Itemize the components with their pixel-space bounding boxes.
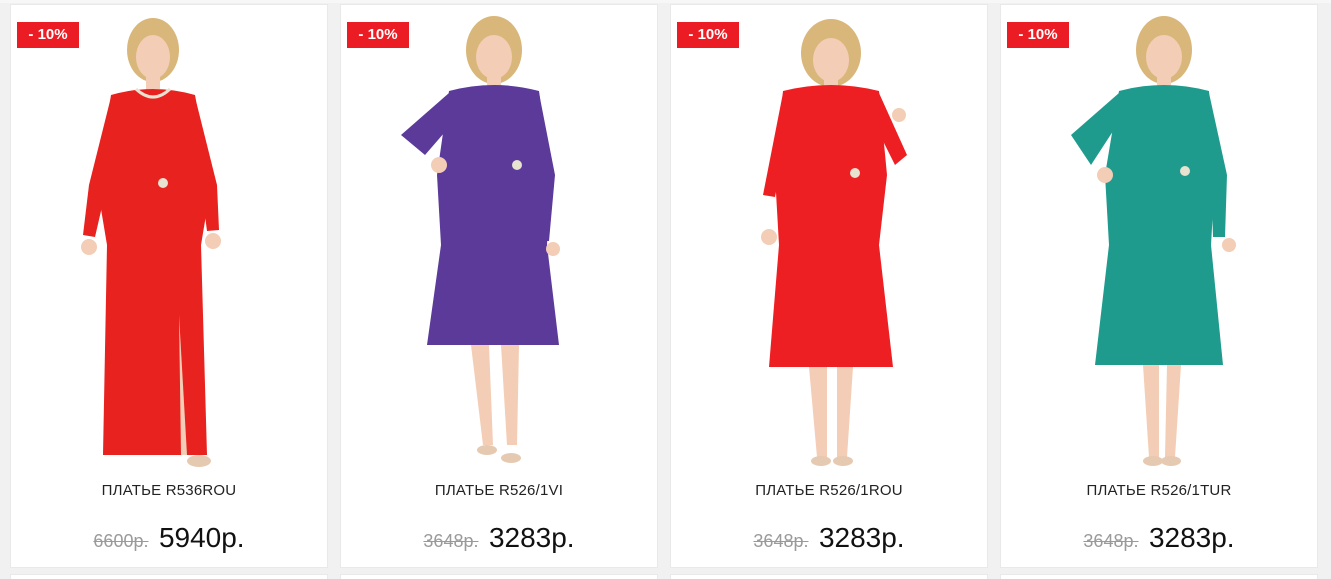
header-divider — [0, 0, 1331, 3]
old-price: 3648р. — [753, 531, 809, 551]
dress-model-image — [1071, 16, 1236, 466]
dress-model-image — [81, 18, 221, 467]
old-price: 6600р. — [93, 531, 149, 551]
product-photo[interactable] — [11, 5, 329, 475]
next-row-card[interactable] — [1000, 574, 1318, 579]
old-price: 3648р. — [423, 531, 479, 551]
current-price: 5940р. — [158, 522, 245, 553]
product-grid: - 10% ПЛАТЬЕ R536ROU 6600р. 5940р. - 10%… — [0, 0, 1331, 579]
next-row-card[interactable] — [340, 574, 658, 579]
product-card[interactable]: - 10% ПЛАТЬЕ R526/1TUR 3648р. 3283р. — [1000, 4, 1318, 568]
next-row-card[interactable] — [10, 574, 328, 579]
product-photo[interactable] — [671, 5, 989, 475]
price-block: 3648р. 3283р. — [341, 522, 657, 554]
product-card[interactable]: - 10% ПЛАТЬЕ R536ROU 6600р. 5940р. — [10, 4, 328, 568]
price-block: 3648р. 3283р. — [1001, 522, 1317, 554]
product-title[interactable]: ПЛАТЬЕ R526/1TUR — [1001, 482, 1317, 499]
product-photo[interactable] — [1001, 5, 1319, 475]
price-block: 6600р. 5940р. — [11, 522, 327, 554]
old-price: 3648р. — [1083, 531, 1139, 551]
product-card[interactable]: - 10% ПЛАТЬЕ R526/1ROU 3648р. 3283р. — [670, 4, 988, 568]
next-row-card[interactable] — [670, 574, 988, 579]
discount-badge: - 10% — [1007, 22, 1069, 48]
dress-model-image — [401, 16, 560, 463]
product-title[interactable]: ПЛАТЬЕ R526/1VI — [341, 482, 657, 499]
discount-badge: - 10% — [677, 22, 739, 48]
current-price: 3283р. — [488, 522, 575, 553]
discount-badge: - 10% — [17, 22, 79, 48]
product-photo[interactable] — [341, 5, 659, 475]
product-title[interactable]: ПЛАТЬЕ R526/1ROU — [671, 482, 987, 499]
product-title[interactable]: ПЛАТЬЕ R536ROU — [11, 482, 327, 499]
discount-badge: - 10% — [347, 22, 409, 48]
dress-model-image — [761, 19, 907, 466]
current-price: 3283р. — [1148, 522, 1235, 553]
current-price: 3283р. — [818, 522, 905, 553]
price-block: 3648р. 3283р. — [671, 522, 987, 554]
product-card[interactable]: - 10% ПЛАТЬЕ R526/1VI 3648р. 3283р. — [340, 4, 658, 568]
